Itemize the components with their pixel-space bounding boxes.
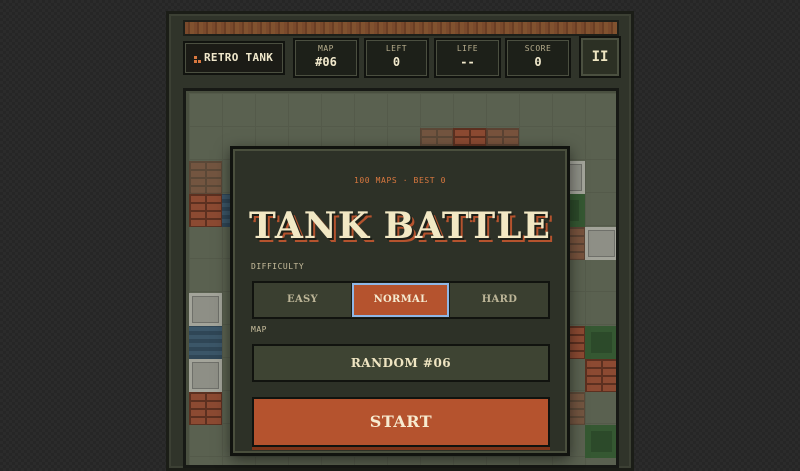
- brick-tile: [189, 161, 222, 194]
- bush-tile: [585, 326, 616, 359]
- hud-left-label: LEFT: [385, 44, 408, 53]
- menu-title: TANK BATTLE: [249, 205, 551, 247]
- menu-subtitle: 100 MAPS · BEST 0: [353, 176, 447, 185]
- logo: RETRO TANK: [183, 41, 285, 75]
- hud-score: SCORE 0: [505, 38, 571, 78]
- map-label: MAP: [251, 325, 267, 334]
- hud-life-label: LIFE: [456, 44, 479, 53]
- hud-life: LIFE --: [434, 38, 501, 78]
- difficulty-easy-button[interactable]: EASY: [254, 283, 351, 317]
- logo-text: RETRO TANK: [204, 51, 274, 64]
- hud-score-label: SCORE: [524, 44, 552, 53]
- steel-tile: [189, 293, 222, 326]
- start-menu-dialog: 100 MAPS · BEST 0 TANK BATTLE DIFFICULTY…: [230, 146, 570, 456]
- hud-map-label: MAP: [318, 44, 334, 53]
- difficulty-label: DIFFICULTY: [251, 262, 305, 271]
- pause-icon: II: [591, 49, 609, 65]
- hud-left: LEFT 0: [364, 38, 429, 78]
- start-button[interactable]: START: [252, 397, 550, 447]
- difficulty-selector: EASY NORMAL HARD: [252, 281, 550, 319]
- tank-logo-icon: [194, 56, 204, 66]
- difficulty-hard-button[interactable]: HARD: [451, 283, 548, 317]
- steel-tile: [189, 359, 222, 392]
- hud-life-value: --: [460, 55, 475, 69]
- hud-map-value: #06: [315, 55, 337, 69]
- bush-tile: [585, 425, 616, 458]
- brick-tile: [585, 359, 616, 392]
- hud-map: MAP #06: [293, 38, 359, 78]
- steel-tile: [585, 227, 616, 260]
- brick-tile: [189, 194, 222, 227]
- difficulty-normal-button[interactable]: NORMAL: [352, 283, 449, 317]
- wood-top-bar: [183, 20, 619, 36]
- hud-score-value: 0: [534, 55, 542, 69]
- pause-button[interactable]: II: [579, 36, 621, 78]
- hud-left-value: 0: [392, 55, 401, 69]
- brick-tile: [189, 392, 222, 425]
- map-select-button[interactable]: RANDOM #06: [252, 344, 550, 382]
- water-tile: [189, 326, 222, 359]
